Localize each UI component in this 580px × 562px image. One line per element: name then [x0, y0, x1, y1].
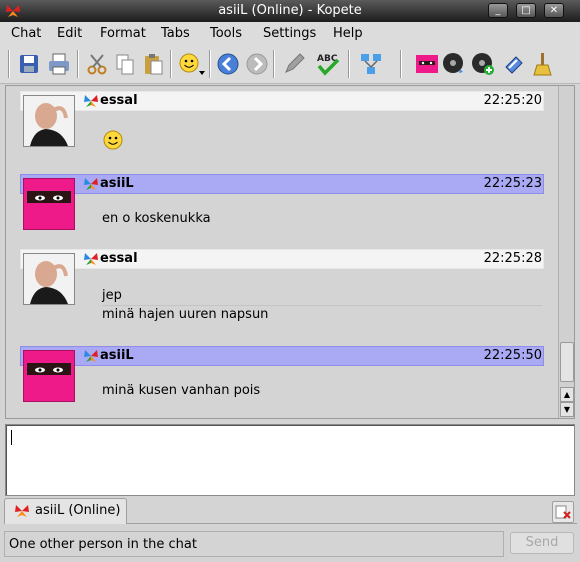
music-icon[interactable]: [441, 51, 467, 77]
avatar: [23, 178, 75, 230]
send-button[interactable]: Send: [510, 532, 574, 554]
tab-asiil[interactable]: asiiL (Online): [4, 498, 127, 524]
message-time: 22:25:20: [483, 93, 542, 108]
save-icon[interactable]: [16, 51, 42, 77]
status-text: One other person in the chat: [4, 531, 504, 557]
message-nick: asiiL: [100, 176, 134, 191]
scroll-down-button[interactable]: ▼: [560, 402, 574, 417]
contact-picture-icon[interactable]: [414, 51, 440, 77]
menu-format[interactable]: Format: [100, 26, 146, 41]
copy-icon[interactable]: [112, 51, 138, 77]
message-text: jep: [102, 288, 122, 303]
close-tab-icon: [555, 505, 571, 519]
message-time: 22:25:28: [483, 251, 542, 266]
toolbar-separator: [209, 50, 211, 78]
close-button[interactable]: ✕: [544, 3, 564, 18]
status-bar: One other person in the chat Send: [0, 530, 580, 562]
text-caret: [11, 430, 12, 445]
message-text: minä hajen uuren napsun: [102, 307, 269, 322]
close-tab-button[interactable]: [552, 501, 574, 523]
scroll-up-button[interactable]: ▲: [560, 387, 574, 402]
print-icon[interactable]: [46, 51, 72, 77]
kopete-butterfly-icon: [84, 178, 98, 190]
tab-label: asiiL (Online): [35, 503, 121, 518]
menu-settings[interactable]: Settings: [263, 26, 316, 41]
message-text: en o koskenukka: [102, 211, 211, 226]
kopete-butterfly-icon: [84, 350, 98, 362]
menu-help[interactable]: Help: [333, 26, 363, 41]
menu-tools[interactable]: Tools: [210, 26, 242, 41]
cut-icon[interactable]: [84, 51, 110, 77]
menu-chat[interactable]: Chat: [11, 26, 41, 41]
toolbar-separator: [273, 50, 275, 78]
message-time: 22:25:50: [483, 348, 542, 363]
clean-icon[interactable]: [530, 51, 556, 77]
spellcheck-icon[interactable]: ABC: [315, 51, 341, 77]
menu-bar: Chat Edit Format Tabs Tools Settings Hel…: [0, 22, 580, 44]
network-icon[interactable]: [358, 51, 384, 77]
kopete-butterfly-icon: [84, 95, 98, 107]
minimize-button[interactable]: _: [488, 3, 508, 18]
title-bar[interactable]: asiiL (Online) - Kopete _ □ ✕: [0, 0, 580, 22]
menu-tabs[interactable]: Tabs: [161, 26, 190, 41]
menu-edit[interactable]: Edit: [57, 26, 82, 41]
toolbar-separator: [77, 50, 79, 78]
music-add-icon[interactable]: [470, 51, 496, 77]
chat-scrollbar[interactable]: ▲ ▼: [558, 86, 574, 418]
toolbar-handle[interactable]: [8, 50, 10, 78]
toolbar-separator: [348, 50, 350, 78]
toolbar-separator: [400, 50, 402, 78]
message-input[interactable]: [5, 424, 575, 496]
forward-icon[interactable]: [244, 51, 270, 77]
maximize-button[interactable]: □: [516, 3, 536, 18]
message-nick: essal: [100, 93, 138, 108]
message-text: minä kusen vanhan pois: [102, 383, 261, 398]
message-nick: asiiL: [100, 348, 134, 363]
back-icon[interactable]: [215, 51, 241, 77]
avatar: [23, 253, 75, 305]
toolbar-separator: [170, 50, 172, 78]
paste-icon[interactable]: [140, 51, 166, 77]
toolbar: ABC: [0, 44, 580, 84]
scrollbar-thumb[interactable]: [560, 342, 574, 382]
message-nick: essal: [100, 251, 138, 266]
avatar: [23, 95, 75, 147]
tab-bar: asiiL (Online): [0, 498, 580, 526]
pen-icon[interactable]: [281, 51, 307, 77]
emoticon-icon[interactable]: [177, 51, 207, 77]
message-divider: [102, 305, 542, 306]
avatar: [23, 350, 75, 402]
message-time: 22:25:23: [483, 176, 542, 191]
smiley-emoticon-icon: [103, 130, 123, 150]
chat-view[interactable]: essal 22:25:20 asiiL 22:25:23 en o koske…: [5, 85, 575, 419]
kopete-butterfly-icon: [15, 505, 29, 517]
attach-icon[interactable]: [500, 51, 526, 77]
kopete-butterfly-icon: [84, 253, 98, 265]
tab-divider: [127, 523, 577, 524]
